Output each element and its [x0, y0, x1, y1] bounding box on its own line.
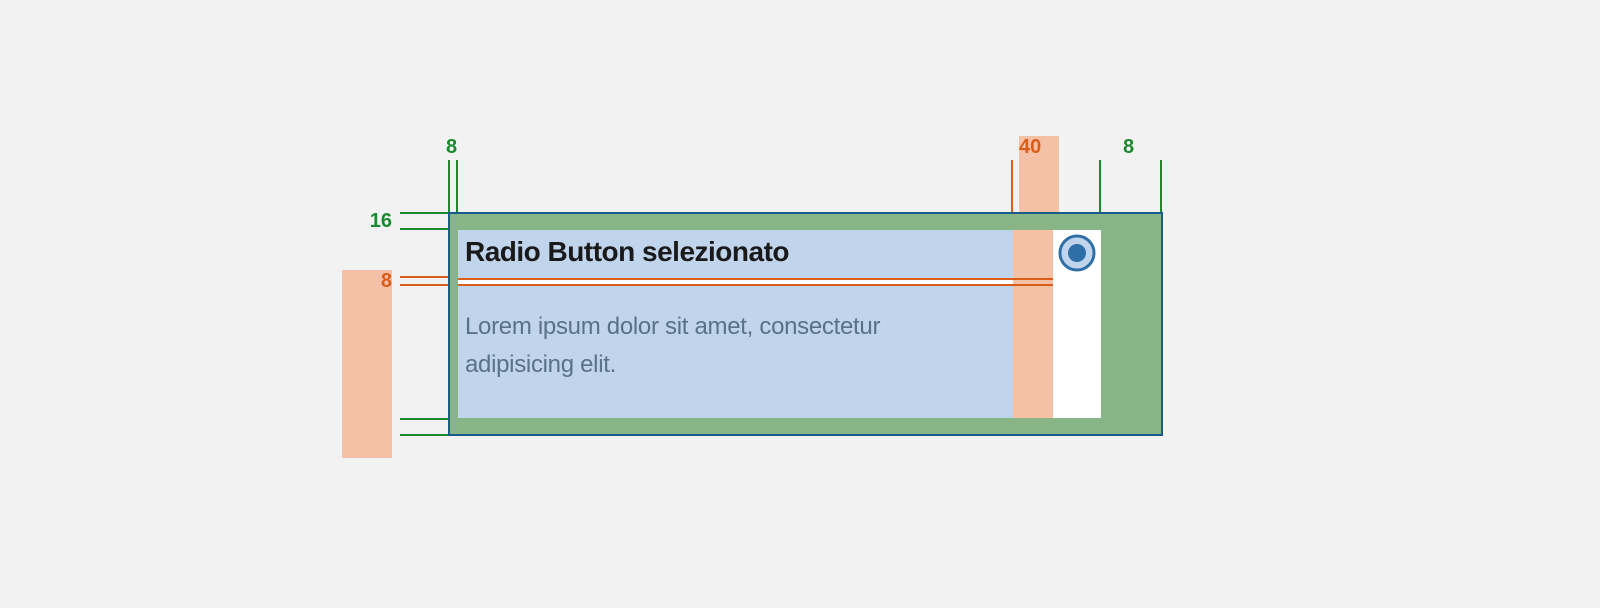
padding-right-label: 8 [1123, 136, 1134, 159]
padding-region [1101, 214, 1161, 434]
radio-card[interactable]: Radio Button selezionato Lorem ipsum dol… [448, 212, 1163, 436]
margin-region [1013, 230, 1053, 418]
spec-canvas: 8 8 40 16 16 8 Radio Button selezionato … [0, 0, 1600, 608]
guide-line [448, 160, 450, 220]
margin-separator [458, 278, 1053, 286]
radio-title: Radio Button selezionato [465, 236, 789, 268]
guide-line [1099, 160, 1101, 220]
padding-region [450, 214, 458, 434]
padding-region [458, 418, 1153, 434]
guide-line [1160, 160, 1162, 220]
radio-selected-icon[interactable] [1058, 234, 1096, 272]
guide-line [1011, 160, 1013, 220]
padding-region [458, 214, 1153, 230]
guide-line [456, 160, 458, 220]
margin-between-label: 8 [342, 270, 392, 458]
radio-description: Lorem ipsum dolor sit amet, consectetur … [465, 308, 995, 385]
padding-top-label: 16 [342, 210, 392, 233]
padding-left-label: 8 [446, 136, 457, 159]
